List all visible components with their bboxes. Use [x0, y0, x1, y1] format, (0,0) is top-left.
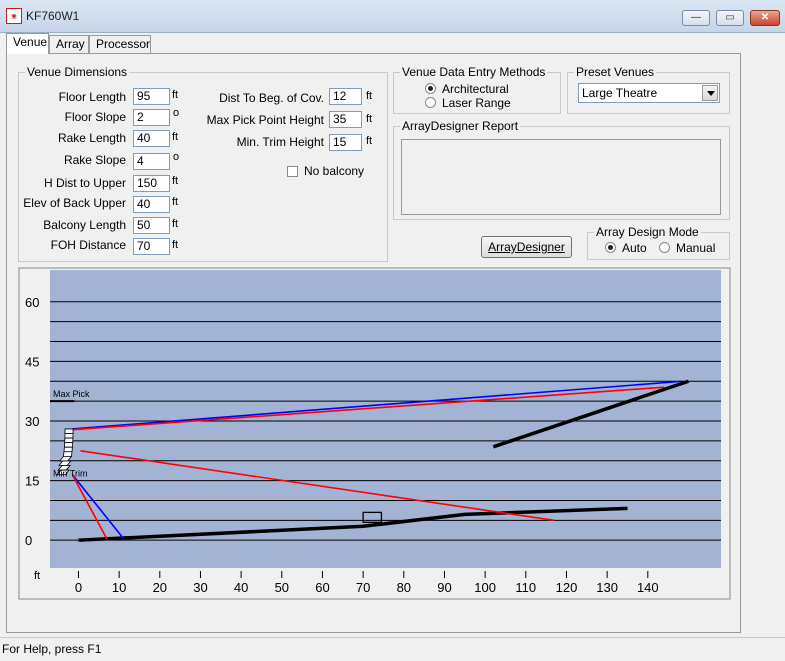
- app-icon: ▣: [6, 8, 22, 24]
- title-bar: ▣ KF760W1 — ▭ ✕: [0, 0, 785, 33]
- manual-mode-label: Manual: [676, 241, 716, 255]
- balcony-length-label: Balcony Length: [43, 218, 126, 232]
- maximize-button[interactable]: ▭: [716, 10, 744, 26]
- tab-venue[interactable]: Venue: [6, 33, 49, 54]
- floor-length-unit: ft: [172, 89, 179, 101]
- min-trim-height-input[interactable]: 15: [329, 134, 362, 151]
- close-button[interactable]: ✕: [750, 10, 780, 26]
- rake-slope-label: Rake Slope: [63, 153, 126, 167]
- chevron-down-icon[interactable]: [702, 85, 718, 101]
- minimize-button[interactable]: —: [682, 10, 710, 26]
- rake-length-label: Rake Length: [57, 131, 126, 145]
- window-title: KF760W1: [26, 9, 80, 23]
- min-trim-height-label: Min. Trim Height: [236, 135, 324, 149]
- foh-distance-unit: ft: [172, 239, 179, 251]
- no-balcony-checkbox[interactable]: [287, 166, 298, 177]
- architectural-label: Architectural: [442, 82, 509, 96]
- entry-methods-title: Venue Data Entry Methods: [400, 65, 548, 79]
- no-balcony-label: No balcony: [304, 164, 365, 178]
- foh-distance-label: FOH Distance: [50, 238, 126, 252]
- array-design-mode-title: Array Design Mode: [594, 225, 701, 239]
- auto-mode-label: Auto: [622, 241, 647, 255]
- max-pick-height-label: Max Pick Point Height: [206, 113, 324, 127]
- status-text: For Help, press F1: [2, 642, 102, 656]
- elev-back-upper-label: Elev of Back Upper: [23, 196, 126, 210]
- laser-range-radio[interactable]: [425, 97, 436, 108]
- balcony-length-unit: ft: [172, 218, 179, 230]
- auto-mode-radio[interactable]: [605, 242, 616, 253]
- dist-beg-coverage-unit: ft: [366, 90, 373, 102]
- laser-range-label: Laser Range: [442, 96, 511, 110]
- elev-back-upper-input[interactable]: 40: [133, 196, 170, 213]
- rake-slope-unit: o: [173, 151, 180, 163]
- elev-back-upper-unit: ft: [172, 196, 179, 208]
- preset-venues-title: Preset Venues: [574, 65, 657, 79]
- report-title: ArrayDesigner Report: [400, 119, 521, 133]
- report-text-area[interactable]: [401, 139, 721, 215]
- array-designer-button-label: ArrayDesigner: [488, 240, 565, 254]
- max-pick-height-unit: ft: [366, 113, 373, 125]
- tab-processor[interactable]: Processor: [89, 35, 151, 53]
- preset-venue-value: Large Theatre: [582, 86, 658, 100]
- tab-array[interactable]: Array: [49, 35, 89, 53]
- dist-beg-coverage-input[interactable]: 12: [329, 88, 362, 105]
- floor-length-input[interactable]: 95: [133, 88, 170, 105]
- dist-beg-coverage-label: Dist To Beg. of Cov.: [219, 91, 324, 105]
- architectural-radio[interactable]: [425, 83, 436, 94]
- manual-mode-radio[interactable]: [659, 242, 670, 253]
- status-bar: For Help, press F1: [0, 637, 785, 661]
- balcony-length-input[interactable]: 50: [133, 217, 170, 234]
- h-dist-upper-unit: ft: [172, 175, 179, 187]
- rake-length-input[interactable]: 40: [133, 130, 170, 147]
- foh-distance-input[interactable]: 70: [133, 238, 170, 255]
- min-trim-height-unit: ft: [366, 135, 373, 147]
- floor-length-label: Floor Length: [58, 90, 126, 104]
- h-dist-upper-input[interactable]: 150: [133, 175, 170, 192]
- floor-slope-unit: o: [173, 107, 180, 119]
- floor-slope-input[interactable]: 2: [133, 109, 170, 126]
- max-pick-height-input[interactable]: 35: [329, 111, 362, 128]
- rake-slope-input[interactable]: 4: [133, 153, 170, 170]
- floor-slope-label: Floor Slope: [64, 110, 126, 124]
- h-dist-upper-label: H Dist to Upper: [43, 176, 126, 190]
- rake-length-unit: ft: [172, 131, 179, 143]
- array-designer-button[interactable]: ArrayDesigner: [481, 236, 572, 258]
- venue-dimensions-title: Venue Dimensions: [25, 65, 130, 79]
- preset-venue-select[interactable]: Large Theatre: [578, 83, 720, 103]
